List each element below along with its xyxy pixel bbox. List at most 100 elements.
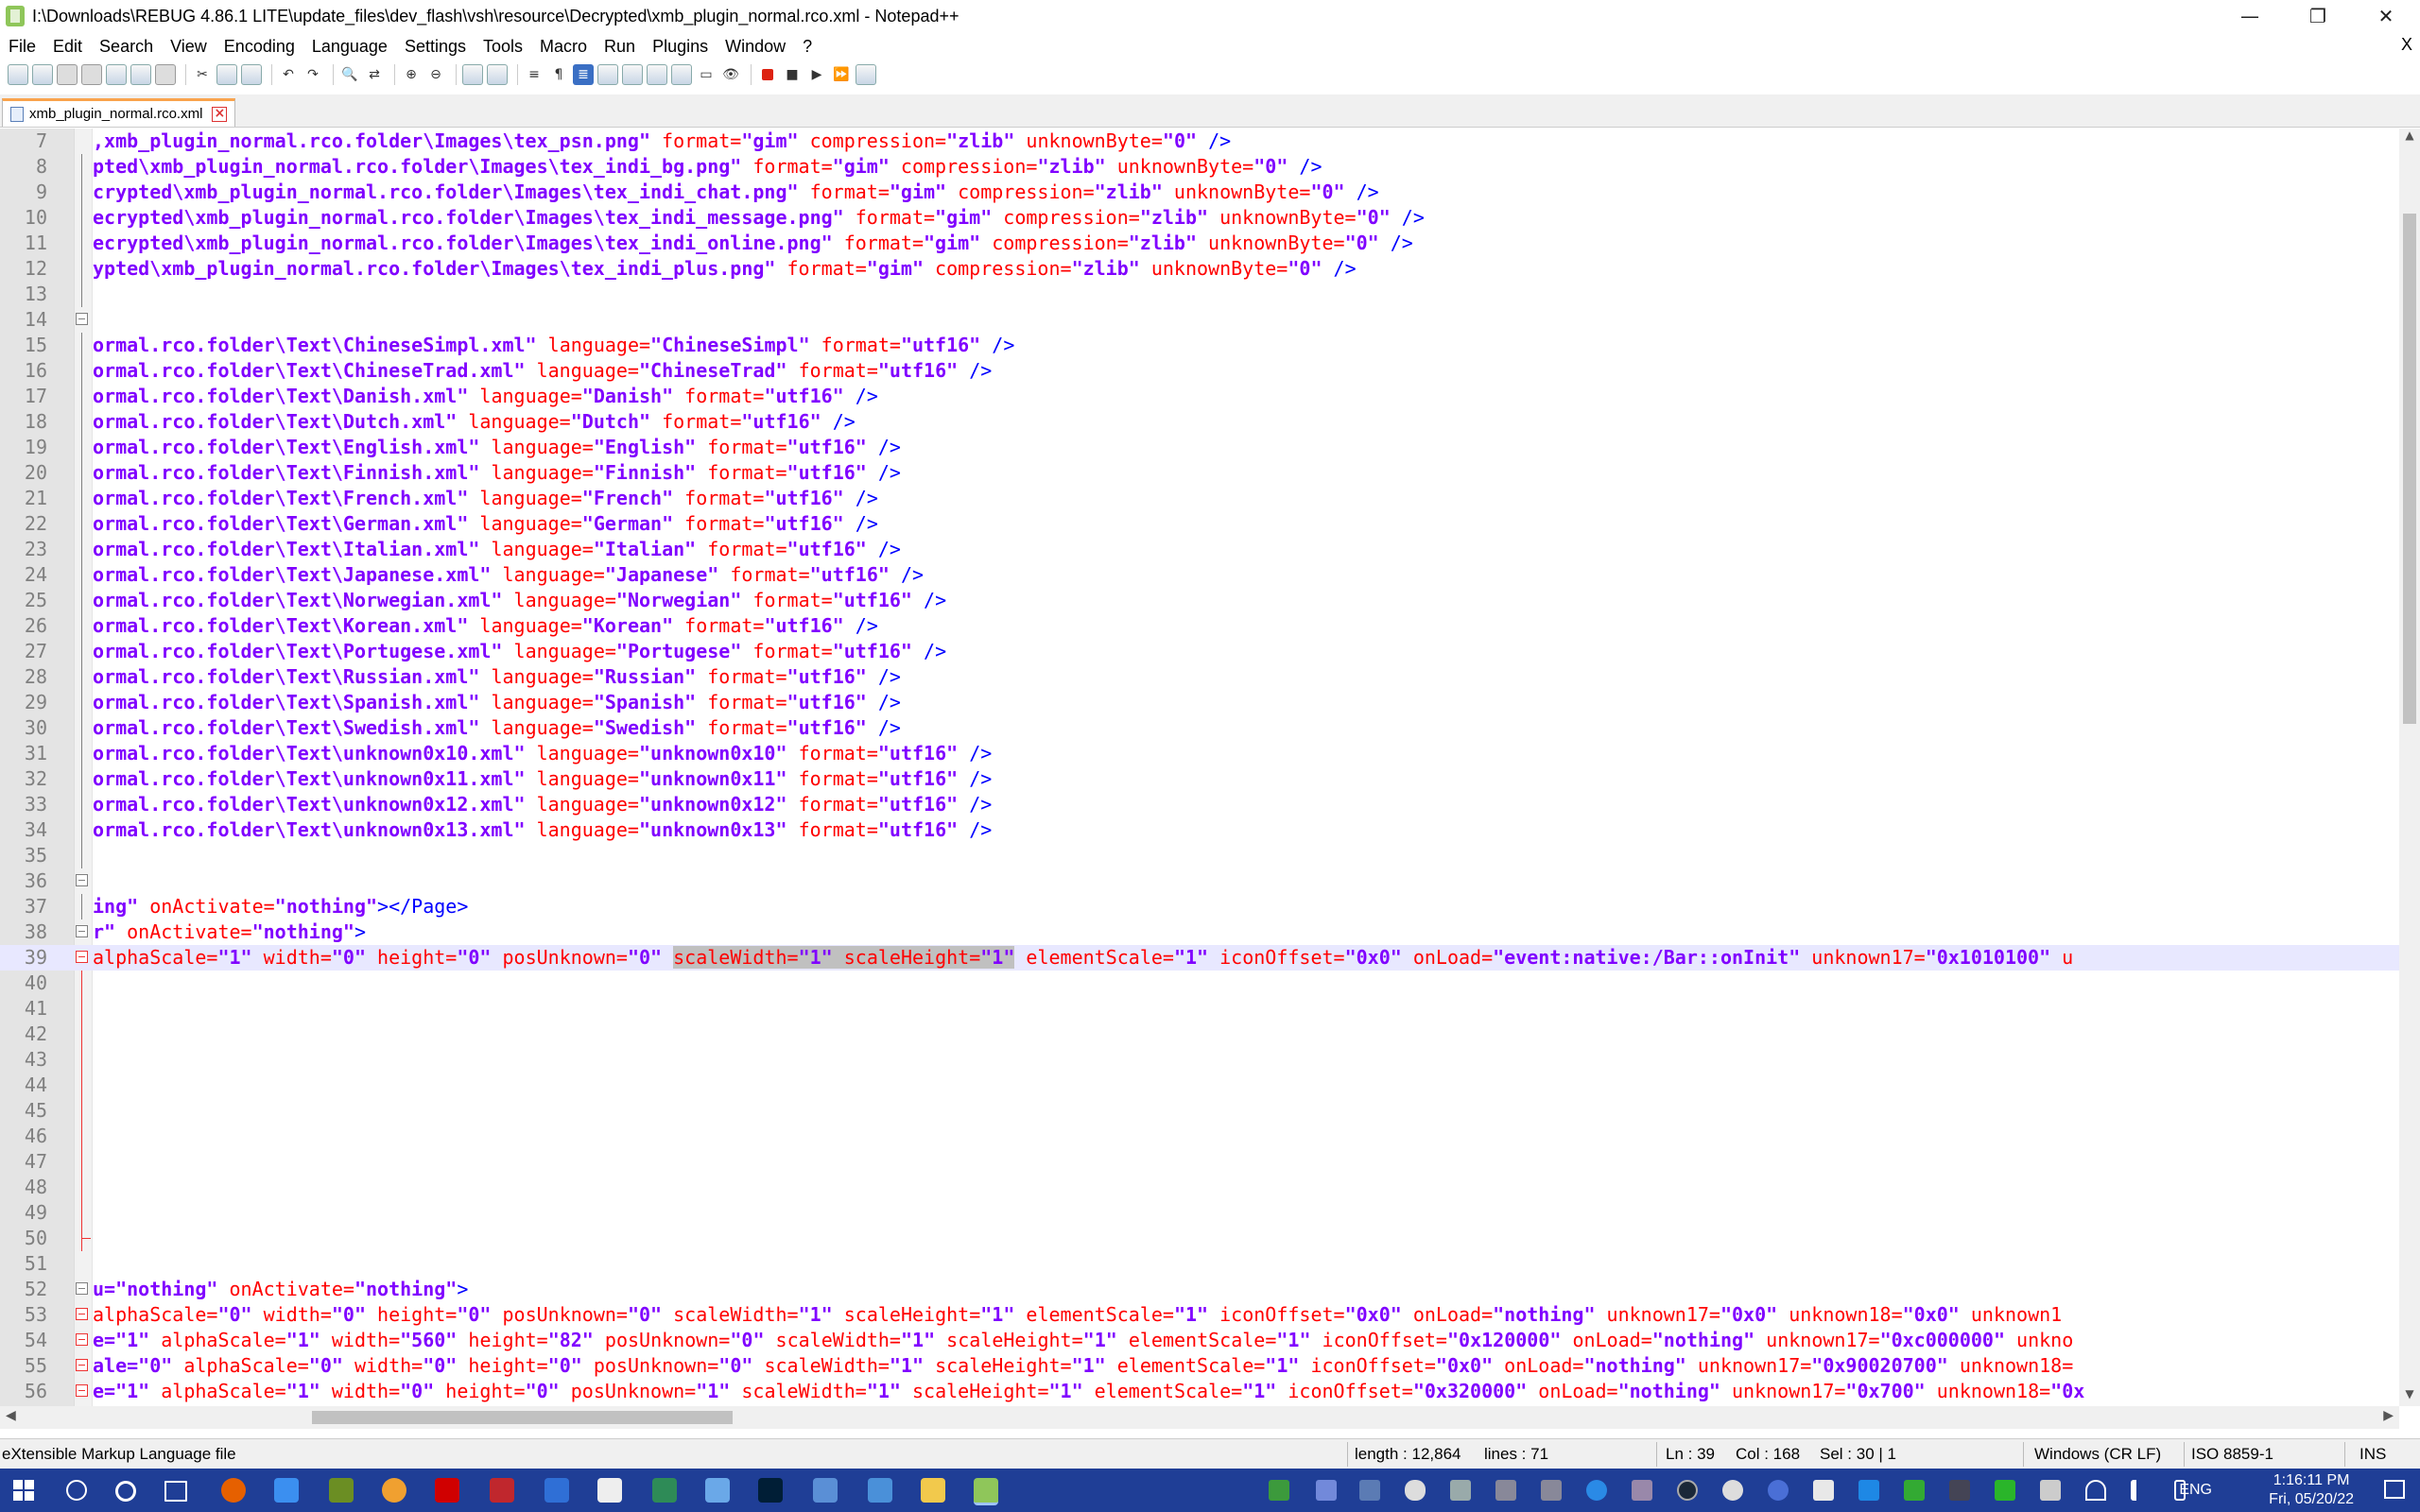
code-line[interactable]: 21 ormal.rco.folder\Text\French.xml" lang…: [0, 486, 2399, 511]
code-text[interactable]: ecrypted\xmb_plugin_normal.rco.folder\Im…: [93, 205, 1425, 231]
word-wrap-icon[interactable]: ≡: [524, 64, 544, 85]
code-line[interactable]: 34 ormal.rco.folder\Text\unknown0x13.xml"…: [0, 817, 2399, 843]
code-text[interactable]: ormal.rco.folder\Text\unknown0x12.xml" l…: [93, 792, 992, 817]
code-text[interactable]: ale="0" alphaScale="0" width="0" height=…: [93, 1353, 2073, 1379]
vertical-scroll-thumb[interactable]: [2403, 214, 2416, 724]
code-line[interactable]: 15 ormal.rco.folder\Text\ChineseSimpl.xml…: [0, 333, 2399, 358]
fold-toggle-icon[interactable]: [76, 1308, 88, 1320]
menu-item[interactable]: Settings: [396, 37, 475, 57]
code-line[interactable]: 29 ormal.rco.folder\Text\Spanish.xml" lan…: [0, 690, 2399, 715]
tray-icon[interactable]: [1722, 1480, 1743, 1501]
code-line[interactable]: 14: [0, 307, 2399, 333]
code-text[interactable]: ormal.rco.folder\Text\unknown0x13.xml" l…: [93, 817, 992, 843]
show-all-characters-icon[interactable]: ¶: [548, 64, 569, 85]
app-icon[interactable]: [329, 1478, 354, 1503]
close-document-button[interactable]: X: [2401, 35, 2412, 55]
code-line[interactable]: 13: [0, 282, 2399, 307]
battery-icon[interactable]: [1995, 1480, 2015, 1501]
code-text[interactable]: ormal.rco.folder\Text\French.xml" langua…: [93, 486, 878, 511]
save-icon[interactable]: [57, 64, 78, 85]
function-list-icon[interactable]: [622, 64, 643, 85]
bluetooth-icon[interactable]: [1858, 1480, 1879, 1501]
fold-toggle-icon[interactable]: [76, 925, 88, 937]
code-line[interactable]: 8 pted\xmb_plugin_normal.rco.folder\Image…: [0, 154, 2399, 180]
menu-item[interactable]: Tools: [475, 37, 531, 57]
code-line[interactable]: 7 ,xmb_plugin_normal.rco.folder\Images\te…: [0, 129, 2399, 154]
find-icon[interactable]: 🔍: [339, 64, 360, 85]
fold-toggle-icon[interactable]: [76, 1384, 88, 1397]
code-text[interactable]: ormal.rco.folder\Text\unknown0x10.xml" l…: [93, 741, 992, 766]
menu-item[interactable]: Window: [717, 37, 794, 57]
search-icon[interactable]: [66, 1480, 87, 1501]
cortana-icon[interactable]: [115, 1481, 136, 1502]
menu-item[interactable]: Search: [91, 37, 162, 57]
code-text[interactable]: u="nothing" onActivate="nothing">: [93, 1277, 468, 1302]
paste-icon[interactable]: [241, 64, 262, 85]
code-text[interactable]: crypted\xmb_plugin_normal.rco.folder\Ima…: [93, 180, 1379, 205]
code-line[interactable]: 43: [0, 1047, 2399, 1073]
stop-macro-icon[interactable]: ■: [782, 64, 803, 85]
calculator-icon[interactable]: [813, 1478, 838, 1503]
indent-guide-icon[interactable]: ≣: [573, 64, 594, 85]
close-button[interactable]: ✕: [2352, 0, 2420, 32]
code-line[interactable]: 24 ormal.rco.folder\Text\Japanese.xml" la…: [0, 562, 2399, 588]
folder-as-workspace-icon[interactable]: [647, 64, 667, 85]
volume-icon[interactable]: [2131, 1480, 2144, 1501]
code-line[interactable]: 12 ypted\xmb_plugin_normal.rco.folder\Ima…: [0, 256, 2399, 282]
code-text[interactable]: alphaScale="0" width="0" height="0" posU…: [93, 1302, 2062, 1328]
code-text[interactable]: ormal.rco.folder\Text\German.xml" langua…: [93, 511, 878, 537]
menu-item[interactable]: Edit: [44, 37, 91, 57]
redo-icon[interactable]: ↷: [302, 64, 323, 85]
tab-close-icon[interactable]: ×: [212, 106, 228, 122]
code-line[interactable]: 38 r" onActivate="nothing">: [0, 919, 2399, 945]
tray-icon[interactable]: [1632, 1480, 1652, 1501]
tray-icon[interactable]: [1949, 1480, 1970, 1501]
code-text[interactable]: ormal.rco.folder\Text\Norwegian.xml" lan…: [93, 588, 946, 613]
steam-icon[interactable]: [1677, 1480, 1698, 1501]
code-text[interactable]: ypted\xmb_plugin_normal.rco.folder\Image…: [93, 256, 1357, 282]
tab-xmb-plugin-normal[interactable]: xmb_plugin_normal.rco.xml ×: [2, 98, 236, 127]
code-line[interactable]: 46: [0, 1124, 2399, 1149]
save-all-icon[interactable]: [81, 64, 102, 85]
code-text[interactable]: r" onActivate="nothing">: [93, 919, 366, 945]
scroll-down-icon[interactable]: ▼: [2399, 1387, 2420, 1406]
notification-icon[interactable]: [2384, 1480, 2405, 1499]
code-text[interactable]: ormal.rco.folder\Text\Swedish.xml" langu…: [93, 715, 901, 741]
code-text[interactable]: ormal.rco.folder\Text\Finnish.xml" langu…: [93, 460, 901, 486]
tray-icon[interactable]: [1359, 1480, 1380, 1501]
code-text[interactable]: ormal.rco.folder\Text\Korean.xml" langua…: [93, 613, 878, 639]
code-line[interactable]: 35: [0, 843, 2399, 868]
menu-item[interactable]: Language: [303, 37, 396, 57]
code-text[interactable]: e="1" alphaScale="1" width="0" height="0…: [93, 1379, 2084, 1404]
minimize-button[interactable]: —: [2216, 0, 2284, 32]
code-line[interactable]: 42: [0, 1022, 2399, 1047]
sync-horizontal-icon[interactable]: [487, 64, 508, 85]
zoom-out-icon[interactable]: ⊖: [425, 64, 446, 85]
close-icon[interactable]: [106, 64, 127, 85]
fold-toggle-icon[interactable]: [76, 1333, 88, 1346]
fold-toggle-icon[interactable]: [76, 951, 88, 963]
file-explorer-icon[interactable]: [921, 1478, 945, 1503]
start-icon[interactable]: [13, 1480, 34, 1501]
code-line[interactable]: 39 alphaScale="1" width="0" height="0" po…: [0, 945, 2399, 971]
security-icon[interactable]: [1904, 1480, 1925, 1501]
code-text[interactable]: ormal.rco.folder\Text\Danish.xml" langua…: [93, 384, 878, 409]
menu-item[interactable]: Plugins: [644, 37, 717, 57]
replace-icon[interactable]: ⇄: [364, 64, 385, 85]
language-indicator[interactable]: ENG: [2179, 1482, 2212, 1499]
horizontal-scroll-thumb[interactable]: [312, 1411, 733, 1424]
fold-toggle-icon[interactable]: [76, 874, 88, 886]
code-line[interactable]: 30 ormal.rco.folder\Text\Swedish.xml" lan…: [0, 715, 2399, 741]
photoshop-icon[interactable]: [758, 1478, 783, 1503]
code-line[interactable]: 52 u="nothing" onActivate="nothing">: [0, 1277, 2399, 1302]
download-icon[interactable]: [1813, 1480, 1834, 1501]
monitoring-icon[interactable]: 👁: [720, 64, 741, 85]
menu-item[interactable]: Run: [596, 37, 644, 57]
code-text[interactable]: ormal.rco.folder\Text\ChineseSimpl.xml" …: [93, 333, 1014, 358]
scroll-left-icon[interactable]: ◀: [6, 1408, 16, 1423]
record-macro-icon[interactable]: [757, 64, 778, 85]
code-text[interactable]: ormal.rco.folder\Text\Spanish.xml" langu…: [93, 690, 901, 715]
code-line[interactable]: 27 ormal.rco.folder\Text\Portugese.xml" l…: [0, 639, 2399, 664]
onedrive-icon[interactable]: [1405, 1480, 1426, 1501]
code-line[interactable]: 41: [0, 996, 2399, 1022]
